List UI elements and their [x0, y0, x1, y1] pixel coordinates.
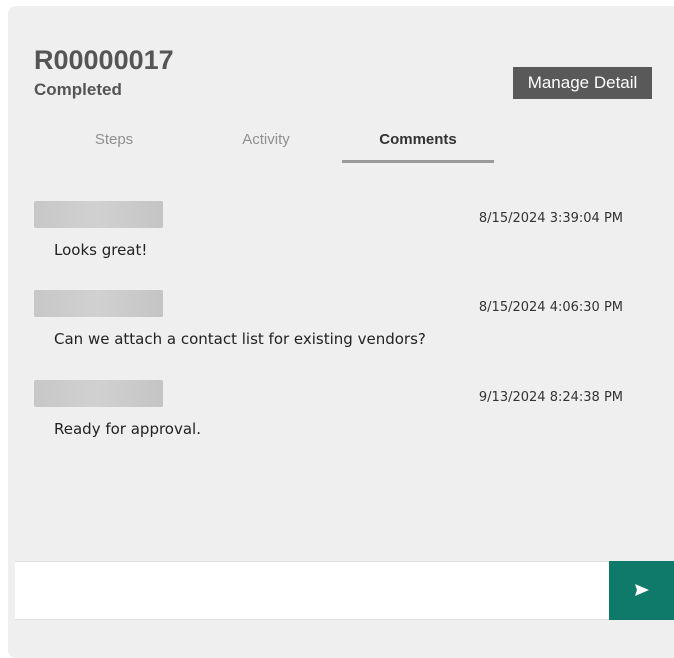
- comment-item: 9/13/2024 8:24:38 PM Ready for approval.: [8, 380, 674, 450]
- comment-item: 8/15/2024 4:06:30 PM Can we attach a con…: [8, 290, 674, 360]
- comment-author-redacted: [34, 201, 163, 228]
- tab-bar: Steps Activity Comments: [38, 126, 498, 166]
- comment-text: Looks great!: [54, 241, 148, 259]
- comment-input[interactable]: [15, 562, 608, 619]
- comment-timestamp: 8/15/2024 3:39:04 PM: [478, 211, 623, 226]
- comment-item: 8/15/2024 3:39:04 PM Looks great!: [8, 201, 674, 271]
- tab-comments[interactable]: Comments: [342, 126, 494, 163]
- comment-composer: [15, 561, 674, 620]
- send-button[interactable]: [609, 561, 674, 620]
- tab-activity[interactable]: Activity: [190, 126, 342, 166]
- comment-author-redacted: [34, 380, 163, 407]
- comment-text: Ready for approval.: [54, 420, 201, 438]
- manage-detail-button[interactable]: Manage Detail: [513, 67, 652, 99]
- comment-author-redacted: [34, 290, 163, 317]
- record-status: Completed: [34, 80, 122, 99]
- comment-timestamp: 9/13/2024 8:24:38 PM: [478, 390, 623, 405]
- tab-steps[interactable]: Steps: [38, 126, 190, 166]
- comment-timestamp: 8/15/2024 4:06:30 PM: [478, 300, 623, 315]
- record-detail-panel: R00000017 Completed Manage Detail Steps …: [8, 6, 674, 658]
- record-id: R00000017: [34, 45, 174, 75]
- send-arrow-icon: [635, 584, 649, 596]
- comment-text: Can we attach a contact list for existin…: [54, 330, 426, 348]
